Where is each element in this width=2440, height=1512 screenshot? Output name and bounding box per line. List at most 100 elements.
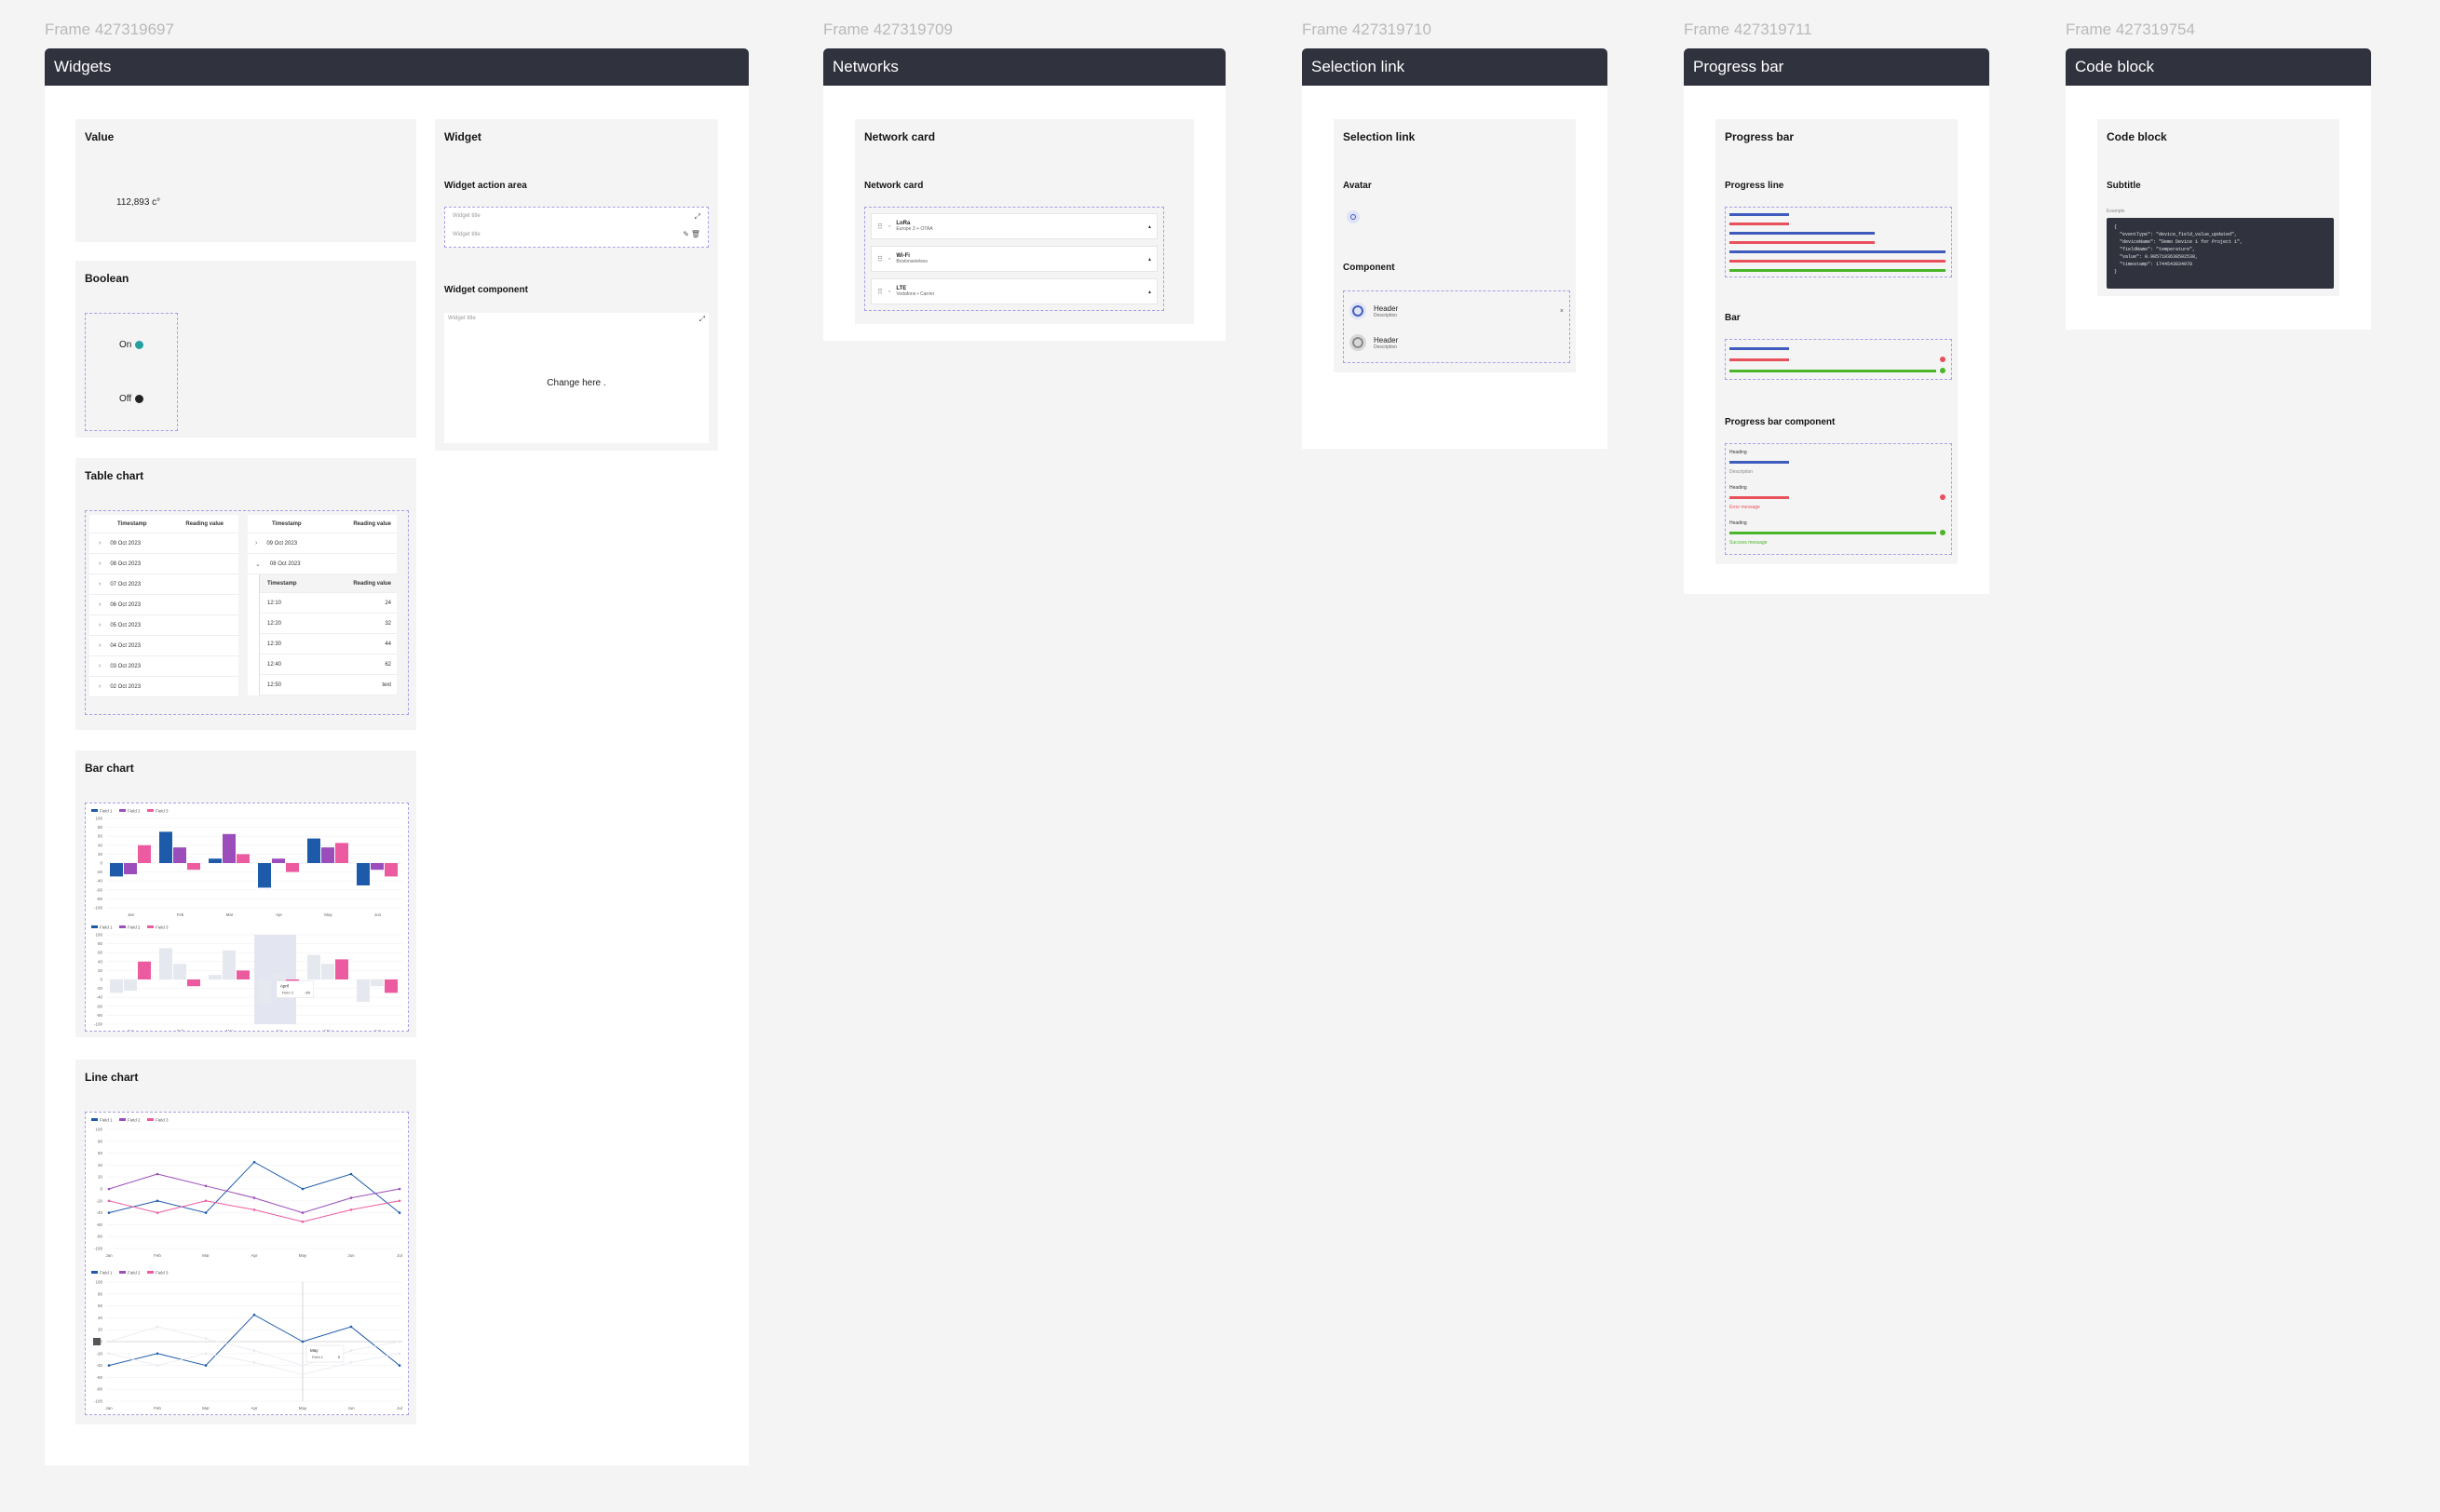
table-row[interactable]: › 05 Oct 2023 xyxy=(89,615,238,636)
series-line[interactable] xyxy=(108,1326,400,1367)
data-point[interactable] xyxy=(107,1211,111,1214)
data-point[interactable] xyxy=(398,1199,401,1203)
bar[interactable] xyxy=(385,863,398,877)
data-point[interactable] xyxy=(204,1199,208,1203)
bar[interactable] xyxy=(138,844,151,863)
bar[interactable] xyxy=(223,950,236,979)
bar[interactable] xyxy=(357,979,370,1002)
bar[interactable] xyxy=(321,964,334,979)
table-row[interactable]: › 02 Oct 2023 xyxy=(89,677,238,697)
code-block[interactable]: {"eventType": "device_field_value_update… xyxy=(2107,218,2334,289)
bar[interactable] xyxy=(187,863,200,871)
network-item[interactable]: ⠿ ◦ Wi-Fi Bostonwireless ▴ xyxy=(871,246,1158,272)
bar[interactable] xyxy=(110,863,123,877)
bar[interactable] xyxy=(110,979,123,993)
bar[interactable] xyxy=(385,979,398,993)
avatar[interactable] xyxy=(1347,210,1360,223)
data-point[interactable] xyxy=(252,1196,256,1199)
bar[interactable] xyxy=(159,948,172,979)
bar[interactable] xyxy=(272,858,285,863)
close-icon[interactable]: × xyxy=(1560,308,1564,315)
boolean-on[interactable]: On xyxy=(119,340,144,350)
series-line[interactable] xyxy=(108,1173,400,1214)
series-line[interactable] xyxy=(108,1353,400,1375)
data-point[interactable] xyxy=(107,1352,111,1356)
data-point[interactable] xyxy=(398,1340,401,1343)
bar[interactable] xyxy=(187,979,200,987)
bar[interactable] xyxy=(237,854,250,863)
bar[interactable] xyxy=(173,964,186,979)
edit-icon[interactable]: ✎ xyxy=(683,230,689,238)
bar[interactable] xyxy=(138,961,151,979)
data-point[interactable] xyxy=(252,1313,256,1316)
data-point[interactable] xyxy=(349,1325,353,1329)
series-line[interactable] xyxy=(108,1200,400,1222)
data-point[interactable] xyxy=(301,1364,305,1367)
bar[interactable] xyxy=(357,863,370,885)
table-row[interactable]: › 08 Oct 2023 xyxy=(89,554,238,574)
data-point[interactable] xyxy=(301,1187,305,1191)
selection-item[interactable]: Header Description × xyxy=(1349,297,1564,325)
drag-handle-icon[interactable]: ⠿ xyxy=(877,288,883,296)
table-row[interactable]: › 04 Oct 2023 xyxy=(89,636,238,656)
data-point[interactable] xyxy=(301,1220,305,1223)
bar[interactable] xyxy=(335,959,348,979)
data-point[interactable] xyxy=(252,1361,256,1364)
drag-handle-icon[interactable]: ⠿ xyxy=(877,255,883,263)
bar[interactable] xyxy=(272,975,285,979)
data-point[interactable] xyxy=(349,1349,353,1352)
data-point[interactable] xyxy=(252,1349,256,1352)
network-item[interactable]: ⠿ ◦ LoRa Europe 3 + OTAA ▴ xyxy=(871,213,1158,239)
bar[interactable] xyxy=(335,843,348,863)
bar[interactable] xyxy=(258,979,271,1005)
network-item[interactable]: ⠿ ◦ LTE Vodafone • Carrier ▴ xyxy=(871,278,1158,304)
data-point[interactable] xyxy=(398,1187,401,1191)
bar[interactable] xyxy=(307,838,320,863)
data-point[interactable] xyxy=(398,1352,401,1356)
selection-item[interactable]: Header Description xyxy=(1349,329,1564,357)
data-point[interactable] xyxy=(204,1184,208,1188)
bar[interactable] xyxy=(371,863,384,871)
data-point[interactable] xyxy=(204,1364,208,1367)
bar[interactable] xyxy=(237,970,250,979)
data-point[interactable] xyxy=(107,1187,111,1191)
data-point[interactable] xyxy=(301,1211,305,1214)
data-point[interactable] xyxy=(156,1352,159,1356)
bar[interactable] xyxy=(286,863,299,872)
chevron-up-icon[interactable]: ▴ xyxy=(1148,256,1151,263)
bar[interactable] xyxy=(307,954,320,979)
data-point[interactable] xyxy=(156,1364,159,1367)
expand-icon[interactable]: ⤢ xyxy=(699,315,705,324)
data-point[interactable] xyxy=(349,1361,353,1364)
boolean-off[interactable]: Off xyxy=(119,394,144,404)
bar[interactable] xyxy=(124,863,137,874)
bar[interactable] xyxy=(223,833,236,863)
data-point[interactable] xyxy=(204,1352,208,1356)
data-point[interactable] xyxy=(349,1208,353,1211)
data-point[interactable] xyxy=(107,1364,111,1367)
bar[interactable] xyxy=(209,975,222,979)
data-point[interactable] xyxy=(107,1199,111,1203)
data-point[interactable] xyxy=(252,1160,256,1164)
series-line[interactable] xyxy=(108,1161,400,1214)
data-point[interactable] xyxy=(398,1364,401,1367)
table-row[interactable]: › 06 Oct 2023 xyxy=(89,595,238,615)
data-point[interactable] xyxy=(156,1325,159,1329)
chevron-up-icon[interactable]: ▴ xyxy=(1148,289,1151,295)
data-point[interactable] xyxy=(204,1211,208,1214)
data-point[interactable] xyxy=(107,1340,111,1343)
data-point[interactable] xyxy=(301,1340,305,1343)
series-line[interactable] xyxy=(108,1314,400,1367)
delete-icon[interactable]: 🗑 xyxy=(691,230,700,238)
data-point[interactable] xyxy=(398,1211,401,1214)
bar[interactable] xyxy=(159,831,172,863)
bar[interactable] xyxy=(209,858,222,863)
bar[interactable] xyxy=(321,847,334,863)
bar[interactable] xyxy=(173,847,186,863)
table-row[interactable]: › 09 Oct 2023 xyxy=(89,533,238,554)
data-point[interactable] xyxy=(349,1196,353,1199)
table-row[interactable]: › 03 Oct 2023 xyxy=(89,656,238,677)
table-row[interactable]: › 07 Oct 2023 xyxy=(89,574,238,595)
bar[interactable] xyxy=(371,979,384,987)
bar[interactable] xyxy=(124,979,137,991)
